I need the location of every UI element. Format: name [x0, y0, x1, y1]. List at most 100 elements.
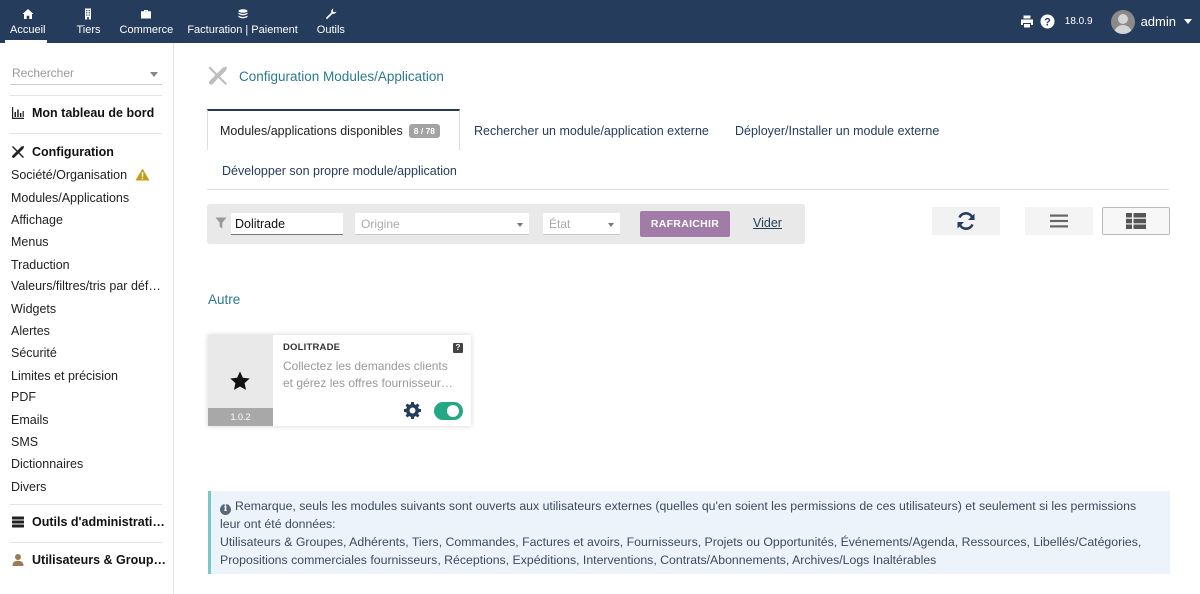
chart-icon — [12, 107, 24, 119]
chevron-down-icon — [150, 72, 158, 77]
chevron-down-icon — [517, 223, 523, 227]
menu-label: Sécurité — [11, 346, 57, 360]
origin-select[interactable]: Origine — [355, 213, 529, 235]
menu-admin-tools[interactable]: Outils d'administrati… — [11, 515, 165, 529]
clear-filters-link[interactable]: Vider — [753, 216, 782, 230]
desc-line: Collectez les demandes clients — [283, 359, 448, 373]
sidebar-item-securite[interactable]: Sécurité — [11, 346, 57, 360]
module-search-input[interactable] — [231, 213, 343, 235]
chevron-down-icon — [608, 223, 614, 227]
module-description: Collectez les demandes clients et gérez … — [283, 358, 463, 392]
top-right-tools: ? 18.0.9 admin — [1020, 0, 1192, 43]
select-placeholder: Origine — [361, 217, 400, 231]
svg-text:?: ? — [1044, 16, 1051, 28]
sidebar-item-modules[interactable]: Modules/Applications — [11, 191, 129, 205]
top-menu: Accueil Tiers Commerce Facturation | Pai… — [0, 0, 352, 43]
menu-label: Traduction — [11, 258, 70, 272]
menu-configuration[interactable]: Configuration — [11, 145, 114, 159]
info-icon: i — [220, 504, 231, 515]
tools-icon — [12, 146, 24, 158]
sidebar-item-menus[interactable]: Menus — [11, 235, 49, 249]
topnav-label: Accueil — [10, 23, 46, 36]
sidebar-item-defaults[interactable]: Valeurs/filtres/tris par déf… — [11, 279, 161, 293]
topnav-facturation[interactable]: Facturation | Paiement — [180, 0, 304, 43]
sidebar-item-affichage[interactable]: Affichage — [11, 213, 63, 227]
count-badge: 8 / 78 — [408, 124, 441, 138]
menu-label: Menus — [11, 235, 49, 249]
sidebar-item-dictionnaires[interactable]: Dictionnaires — [11, 457, 83, 471]
menu-label: Utilisateurs & Group… — [32, 553, 167, 567]
tab-label: Déployer/Installer un module externe — [735, 124, 940, 138]
sidebar-search-select[interactable]: Rechercher — [10, 61, 162, 85]
menu-label: Mon tableau de bord — [32, 106, 155, 120]
menu-label: Outils d'administrati… — [32, 515, 165, 529]
tools-icon — [208, 66, 227, 85]
module-card[interactable]: 1.0.2 DOLITRADE ? Collectez les demandes… — [208, 335, 471, 426]
gear-icon[interactable] — [403, 401, 422, 420]
menu-label: PDF — [11, 390, 36, 404]
home-icon — [22, 8, 34, 19]
module-enable-toggle[interactable] — [434, 402, 463, 420]
refresh-button[interactable]: RAFRAICHIR — [640, 211, 730, 237]
page-title: Configuration Modules/Application — [239, 68, 444, 84]
module-version: 1.0.2 — [208, 408, 273, 426]
select-placeholder: État — [549, 217, 571, 231]
menu-label: Emails — [11, 413, 49, 427]
building-icon — [85, 8, 92, 19]
sidebar-item-divers[interactable]: Divers — [11, 480, 46, 494]
topnav-label: Commerce — [119, 23, 174, 36]
divider — [10, 542, 162, 543]
server-icon — [12, 516, 24, 528]
user-name[interactable]: admin — [1141, 14, 1176, 29]
sidebar-item-alertes[interactable]: Alertes — [11, 324, 50, 338]
tab-search-external[interactable]: Rechercher un module/application externe — [474, 124, 709, 138]
topnav-label: Facturation | Paiement — [187, 23, 298, 36]
sidebar-item-traduction[interactable]: Traduction — [11, 258, 70, 272]
user-icon — [12, 554, 24, 566]
help-icon[interactable]: ? — [1040, 14, 1055, 29]
version-label: 18.0.9 — [1064, 16, 1093, 27]
tab-develop-own[interactable]: Développer son propre module/application — [222, 164, 457, 178]
menu-users-groups[interactable]: Utilisateurs & Group… — [11, 553, 166, 567]
sidebar-item-emails[interactable]: Emails — [11, 413, 49, 427]
list-view-button[interactable] — [1025, 207, 1093, 235]
topnav-outils[interactable]: Outils — [305, 0, 352, 43]
tab-deploy-external[interactable]: Déployer/Installer un module externe — [735, 124, 939, 138]
sidebar-item-pdf[interactable]: PDF — [11, 390, 36, 404]
module-icon-panel: 1.0.2 — [208, 335, 273, 426]
menu-dashboard[interactable]: Mon tableau de bord — [11, 106, 154, 120]
menu-label: Valeurs/filtres/tris par déf… — [11, 279, 161, 293]
sidebar-item-widgets[interactable]: Widgets — [11, 302, 56, 316]
menu-label: Dictionnaires — [11, 457, 84, 471]
sidebar-item-limites[interactable]: Limites et précision — [11, 369, 118, 383]
reload-button[interactable] — [932, 207, 1000, 235]
notice-modules-list: Utilisateurs & Groupes, Adhérents, Tiers… — [220, 535, 1142, 567]
topnav-accueil[interactable]: Accueil — [0, 0, 52, 43]
main-content: Configuration Modules/Application Module… — [175, 43, 1200, 594]
filter-icon — [215, 217, 227, 229]
wrench-icon — [325, 8, 337, 19]
menu-label: Affichage — [11, 213, 63, 227]
menu-label: Configuration — [32, 145, 114, 159]
print-icon[interactable] — [1020, 15, 1034, 28]
kanban-view-button[interactable] — [1102, 207, 1170, 235]
tab-label: Développer son propre module/application — [222, 164, 457, 178]
star-icon — [230, 371, 250, 390]
refresh-icon — [957, 212, 975, 230]
sidebar-item-societe[interactable]: Société/Organisation — [11, 168, 150, 182]
topnav-commerce[interactable]: Commerce — [113, 0, 181, 43]
list-icon — [1050, 214, 1068, 228]
menu-label: Modules/Applications — [11, 191, 130, 205]
chevron-down-icon[interactable] — [1184, 19, 1192, 24]
notice-text: Remarque, seuls les modules suivants son… — [220, 499, 1137, 531]
tab-label: Modules/applications disponibles — [220, 124, 403, 138]
topnav-label: Tiers — [76, 23, 101, 36]
module-help-icon[interactable]: ? — [453, 343, 463, 353]
sidebar-item-sms[interactable]: SMS — [11, 435, 38, 449]
topnav-label: Outils — [316, 23, 345, 36]
user-avatar[interactable] — [1110, 9, 1135, 34]
topnav-tiers[interactable]: Tiers — [52, 0, 112, 43]
briefcase-icon — [141, 9, 152, 18]
tab-available-modules[interactable]: Modules/applications disponibles 8 / 78 — [207, 109, 460, 150]
state-select[interactable]: État — [543, 213, 620, 235]
